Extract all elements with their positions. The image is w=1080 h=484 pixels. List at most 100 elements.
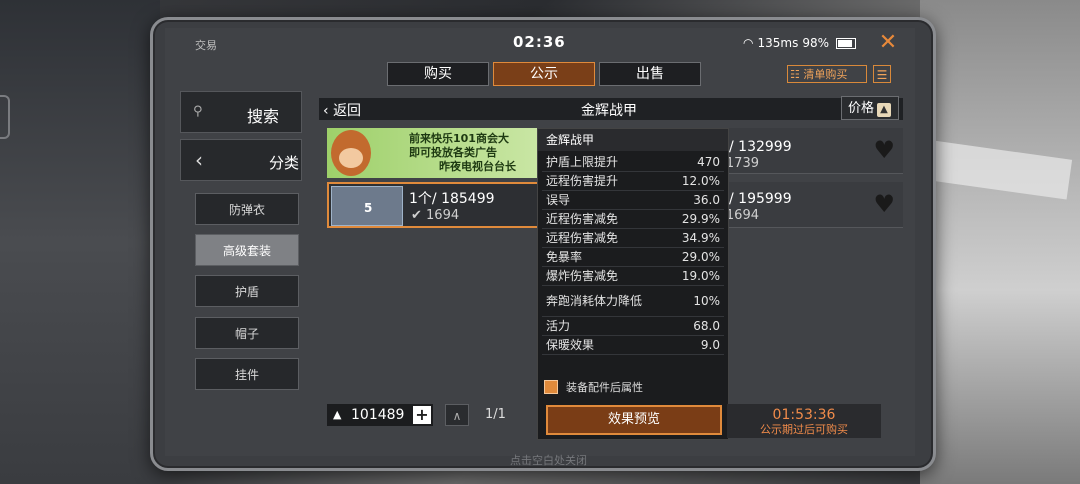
listing-count-value: 1694	[426, 208, 460, 223]
stat-name: 保暖效果	[546, 337, 595, 352]
ad-text: 前来快乐101商会大 即可投放各类广告 昨夜电视台台长	[409, 132, 516, 174]
announce-timer: 01:53:36 公示期过后可购买	[727, 404, 881, 438]
ad-line-2: 即可投放各类广告	[409, 146, 497, 159]
tooltip-title: 金辉战甲	[538, 129, 728, 151]
checkbox[interactable]	[544, 380, 558, 394]
stat-name: 活力	[546, 318, 571, 333]
stat-value: 19.0%	[681, 269, 720, 283]
page-indicator: 1/1	[485, 407, 506, 422]
price-sort-button[interactable]: 价格 ▲	[841, 96, 899, 120]
listing-item[interactable]: 个/ 195999 ✔1694 ♥	[713, 182, 903, 228]
trade-screen: 交易 02:36 ◠ 135ms 98% ✕ 购买 公示 出售 ☷ 清单购买 ☰…	[165, 28, 915, 467]
list-buy-button[interactable]: ☷ 清单购买	[787, 65, 867, 83]
stat-name: 远程伤害减免	[546, 230, 619, 245]
stat-value: 29.9%	[681, 212, 720, 226]
panel-title: 金辉战甲	[581, 103, 637, 119]
stat-row: 免暴率 29.0%	[542, 248, 724, 267]
currency-value: 101489	[351, 407, 405, 423]
sidebar-item-hat[interactable]: 帽子	[195, 317, 299, 349]
listing-item[interactable]: 5 1个/ 185499 ✔ 1694	[327, 182, 539, 228]
stat-row: 远程伤害减免 34.9%	[542, 229, 724, 248]
monkey-mascot	[331, 130, 371, 176]
sidebar-category-label: 分类	[269, 154, 300, 172]
trade-device: 交易 02:36 ◠ 135ms 98% ✕ 购买 公示 出售 ☷ 清单购买 ☰…	[150, 17, 936, 471]
stat-row: 活力 68.0	[542, 317, 724, 336]
search-icon: ⚲	[193, 104, 203, 119]
clipboard-icon[interactable]: ☰	[873, 65, 891, 83]
back-label: 返回	[333, 103, 362, 119]
sidebar-search[interactable]: ⚲ 搜索	[180, 91, 302, 133]
clock: 02:36	[513, 33, 566, 51]
network-status: ◠ 135ms 98%	[743, 36, 857, 50]
stat-row: 爆炸伤害减免 19.0%	[542, 267, 724, 286]
status-bar: 交易 02:36 ◠ 135ms 98% ✕	[165, 28, 915, 56]
sidebar-item-pendant[interactable]: 挂件	[195, 358, 299, 390]
sidebar-item-advanced-set[interactable]: 高级套装	[195, 234, 299, 266]
listing-qty-price: 1个/ 185499	[409, 191, 495, 207]
stat-value: 68.0	[693, 319, 720, 333]
battery-icon	[836, 37, 857, 49]
top-tabs: 购买 公示 出售	[387, 62, 701, 86]
sidebar-item-shield[interactable]: 护盾	[195, 275, 299, 307]
stat-name: 误导	[546, 192, 571, 207]
stat-value: 9.0	[700, 338, 720, 352]
preview-button[interactable]: 效果预览	[546, 405, 722, 435]
sidebar-item-armor[interactable]: 防弹衣	[195, 193, 299, 225]
item-level: 5	[364, 201, 373, 215]
close-icon[interactable]: ✕	[877, 32, 899, 54]
tab-sell[interactable]: 出售	[599, 62, 701, 86]
stat-row: 远程伤害提升 12.0%	[542, 172, 724, 191]
listing-count: ✔ 1694	[411, 208, 460, 223]
timer-countdown: 01:53:36	[772, 407, 836, 423]
heart-icon[interactable]: ♥	[873, 136, 895, 164]
close-hint: 点击空白处关闭	[510, 454, 587, 467]
tooltip-stats: 护盾上限提升 470 远程伤害提升 12.0% 误导 36.0 近程伤害减免 29.9%…	[542, 153, 724, 371]
tab-buy[interactable]: 购买	[387, 62, 489, 86]
stat-row: 奔跑消耗体力降低 10%	[542, 286, 724, 317]
currency-icon: ▲	[333, 408, 342, 421]
stat-row: 保暖效果 9.0	[542, 336, 724, 355]
price-sort-label: 价格	[848, 101, 875, 116]
add-currency-button[interactable]: +	[413, 406, 431, 424]
stat-name: 爆炸伤害减免	[546, 268, 619, 283]
ad-banner[interactable]: 前来快乐101商会大 即可投放各类广告 昨夜电视台台长	[327, 128, 537, 178]
stat-name: 近程伤害减免	[546, 211, 619, 226]
stat-name: 护盾上限提升	[546, 154, 619, 169]
background-right	[920, 0, 1080, 484]
stat-name: 奔跑消耗体力降低	[546, 293, 643, 308]
list-icon: ☷	[790, 68, 800, 81]
tab-announce[interactable]: 公示	[493, 62, 595, 86]
ad-line-1: 前来快乐101商会大	[409, 132, 509, 145]
stat-value: 29.0%	[681, 250, 720, 264]
stat-value: 10%	[693, 294, 720, 308]
sidebar-category[interactable]: ‹ 分类	[180, 139, 302, 181]
listing-item[interactable]: 个/ 132999 ✔1739 ♥	[713, 128, 903, 174]
latency: 135ms	[757, 36, 799, 50]
chevron-left-icon: ‹	[195, 148, 203, 172]
item-tooltip: 金辉战甲 护盾上限提升 470 远程伤害提升 12.0% 误导 36.0 近程伤害减免…	[537, 128, 729, 440]
sidebar-search-label: 搜索	[247, 107, 280, 126]
stat-value: 12.0%	[681, 174, 720, 188]
chevron-left-icon: ‹	[323, 103, 329, 119]
stat-row: 误导 36.0	[542, 191, 724, 210]
battery-percent: 98%	[802, 36, 830, 50]
stat-row: 近程伤害减免 29.9%	[542, 210, 724, 229]
stat-value: 36.0	[693, 193, 720, 207]
listing-count-value: 1694	[725, 208, 759, 223]
accessory-checkbox-row[interactable]: 装备配件后属性	[544, 379, 643, 395]
wifi-icon: ◠	[743, 36, 754, 50]
list-buy-label: 清单购买	[803, 68, 848, 81]
checkbox-label: 装备配件后属性	[566, 381, 643, 394]
back-button[interactable]: ‹ 返回	[323, 100, 361, 120]
heart-icon[interactable]: ♥	[873, 190, 895, 218]
stat-value: 470	[697, 155, 720, 169]
side-notch	[0, 95, 10, 139]
page-up-button[interactable]: ∧	[445, 404, 469, 426]
stat-name: 免暴率	[546, 249, 583, 264]
arrow-up-icon: ▲	[877, 103, 892, 117]
stat-value: 34.9%	[681, 231, 720, 245]
currency-balance: ▲ 101489 +	[327, 404, 433, 426]
listing-count-value: 1739	[725, 156, 759, 171]
panel-header: ‹ 返回 金辉战甲 价格 ▲	[319, 96, 903, 120]
timer-note: 公示期过后可购买	[760, 423, 848, 436]
